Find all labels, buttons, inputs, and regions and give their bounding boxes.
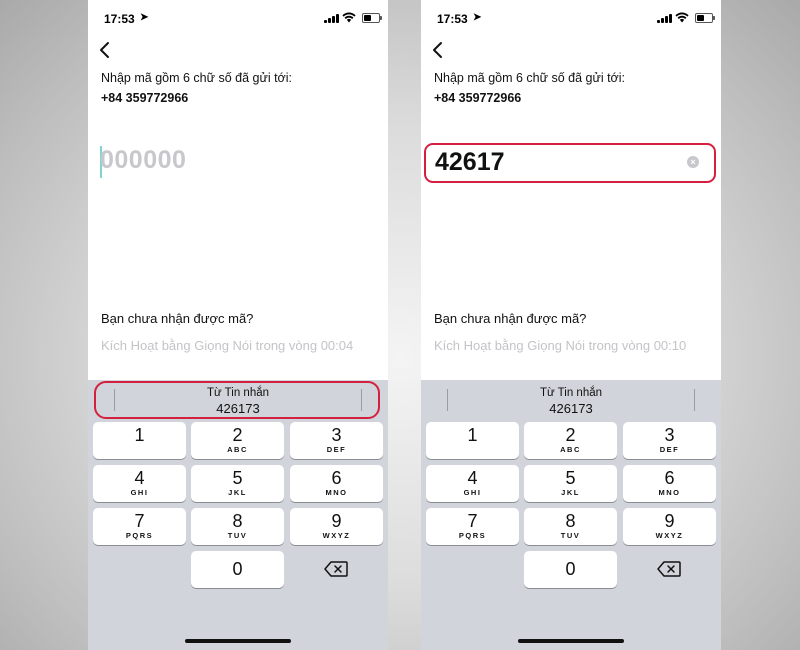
key-letters: WXYZ [655, 531, 684, 540]
key-2[interactable]: 2 ABC [191, 422, 284, 459]
key-digit: 9 [331, 511, 342, 531]
key-8[interactable]: 8 TUV [524, 508, 617, 545]
key-letters: PQRS [458, 531, 487, 540]
key-letters: WXYZ [322, 531, 351, 540]
key-digit: 9 [664, 511, 675, 531]
not-received-text: Bạn chưa nhận được mã? [434, 311, 587, 326]
key-3[interactable]: 3 DEF [623, 422, 716, 459]
location-icon: ➤ [473, 12, 482, 23]
key-6[interactable]: 6 MNO [623, 465, 716, 502]
suggestion-highlight-box [94, 381, 380, 419]
home-indicator [185, 639, 291, 643]
key-digit: 6 [664, 468, 675, 488]
key-digit: 8 [565, 511, 576, 531]
code-input[interactable]: 42617 [435, 148, 505, 177]
key-letters: DEF [326, 445, 347, 454]
phone-screen-right: 17:53 ➤ Nhập mã gồm 6 chữ số đã gửi tới:… [421, 0, 721, 650]
key-letters: MNO [658, 488, 681, 497]
key-letters: ABC [560, 445, 581, 454]
not-received-text: Bạn chưa nhận được mã? [101, 311, 254, 326]
status-bar: 17:53 ➤ [421, 0, 721, 36]
battery-icon [695, 13, 715, 23]
key-5[interactable]: 5 JKL [524, 465, 617, 502]
key-digit: 2 [565, 425, 576, 445]
key-4[interactable]: 4 GHI [93, 465, 186, 502]
key-digit: 2 [232, 425, 243, 445]
key-5[interactable]: 5 JKL [191, 465, 284, 502]
code-prompt: Nhập mã gồm 6 chữ số đã gửi tới: [101, 71, 292, 85]
key-8[interactable]: 8 TUV [191, 508, 284, 545]
key-digit: 6 [331, 468, 342, 488]
code-prompt: Nhập mã gồm 6 chữ số đã gửi tới: [434, 71, 625, 85]
key-letters: TUV [227, 531, 248, 540]
key-digit: 1 [467, 425, 478, 445]
code-input[interactable]: 000000 [100, 146, 186, 175]
key-letters: MNO [325, 488, 348, 497]
back-chevron-icon[interactable] [98, 40, 118, 64]
key-2[interactable]: 2 ABC [524, 422, 617, 459]
suggestion-code: 426173 [549, 401, 593, 416]
phone-number: +84 359772966 [101, 91, 189, 105]
key-4[interactable]: 4 GHI [426, 465, 519, 502]
key-letters: GHI [463, 488, 482, 497]
clear-input-icon[interactable]: × [687, 156, 699, 168]
phone-number: +84 359772966 [434, 91, 522, 105]
key-digit: 1 [134, 425, 145, 445]
key-letters: JKL [228, 488, 247, 497]
key-9[interactable]: 9 WXYZ [623, 508, 716, 545]
key-digit: 5 [565, 468, 576, 488]
cellular-signal-icon [324, 14, 340, 23]
status-time: 17:53 [104, 12, 135, 26]
key-letters: DEF [659, 445, 680, 454]
voice-activation-link[interactable]: Kích Hoạt bằng Giọng Nói trong vòng 00:1… [434, 338, 686, 353]
key-digit: 8 [232, 511, 243, 531]
key-digit: 5 [232, 468, 243, 488]
back-chevron-icon[interactable] [431, 40, 451, 64]
key-7[interactable]: 7 PQRS [426, 508, 519, 545]
sms-code-suggestion[interactable]: Từ Tin nhắn 426173 [421, 380, 721, 420]
status-bar: 17:53 ➤ [88, 0, 388, 36]
key-letters: GHI [130, 488, 149, 497]
delete-key-icon[interactable] [657, 561, 683, 579]
key-0[interactable]: 0 [524, 551, 617, 588]
key-1[interactable]: 1 [426, 422, 519, 459]
key-letters: TUV [560, 531, 581, 540]
key-9[interactable]: 9 WXYZ [290, 508, 383, 545]
key-digit: 7 [134, 511, 145, 531]
key-letters: JKL [561, 488, 580, 497]
numeric-keyboard: Từ Tin nhắn 426173 1 2 ABC 3 DEF 4 GHI 5 JKL 6 MNO… [421, 380, 721, 650]
location-icon: ➤ [140, 12, 149, 23]
key-digit: 4 [467, 468, 478, 488]
home-indicator [518, 639, 624, 643]
key-7[interactable]: 7 PQRS [93, 508, 186, 545]
cellular-signal-icon [657, 14, 673, 23]
phone-screen-left: 17:53 ➤ Nhập mã gồm 6 chữ số đã gửi tới:… [88, 0, 388, 650]
key-0[interactable]: 0 [191, 551, 284, 588]
key-letters: PQRS [125, 531, 154, 540]
key-digit: 3 [664, 425, 675, 445]
key-digit: 4 [134, 468, 145, 488]
key-digit: 3 [331, 425, 342, 445]
voice-activation-link[interactable]: Kích Hoạt bằng Giọng Nói trong vòng 00:0… [101, 338, 353, 353]
status-time: 17:53 [437, 12, 468, 26]
key-digit: 0 [565, 559, 576, 579]
key-digit: 7 [467, 511, 478, 531]
delete-key-icon[interactable] [324, 561, 350, 579]
wifi-icon [342, 12, 356, 26]
key-1[interactable]: 1 [93, 422, 186, 459]
key-6[interactable]: 6 MNO [290, 465, 383, 502]
wifi-icon [675, 12, 689, 26]
numeric-keyboard: Từ Tin nhắn 426173 1 2 ABC 3 DEF 4 GHI 5 JKL 6 MNO… [88, 380, 388, 650]
key-3[interactable]: 3 DEF [290, 422, 383, 459]
suggestion-source: Từ Tin nhắn [539, 387, 603, 399]
battery-icon [362, 13, 382, 23]
key-digit: 0 [232, 559, 243, 579]
key-letters: ABC [227, 445, 248, 454]
